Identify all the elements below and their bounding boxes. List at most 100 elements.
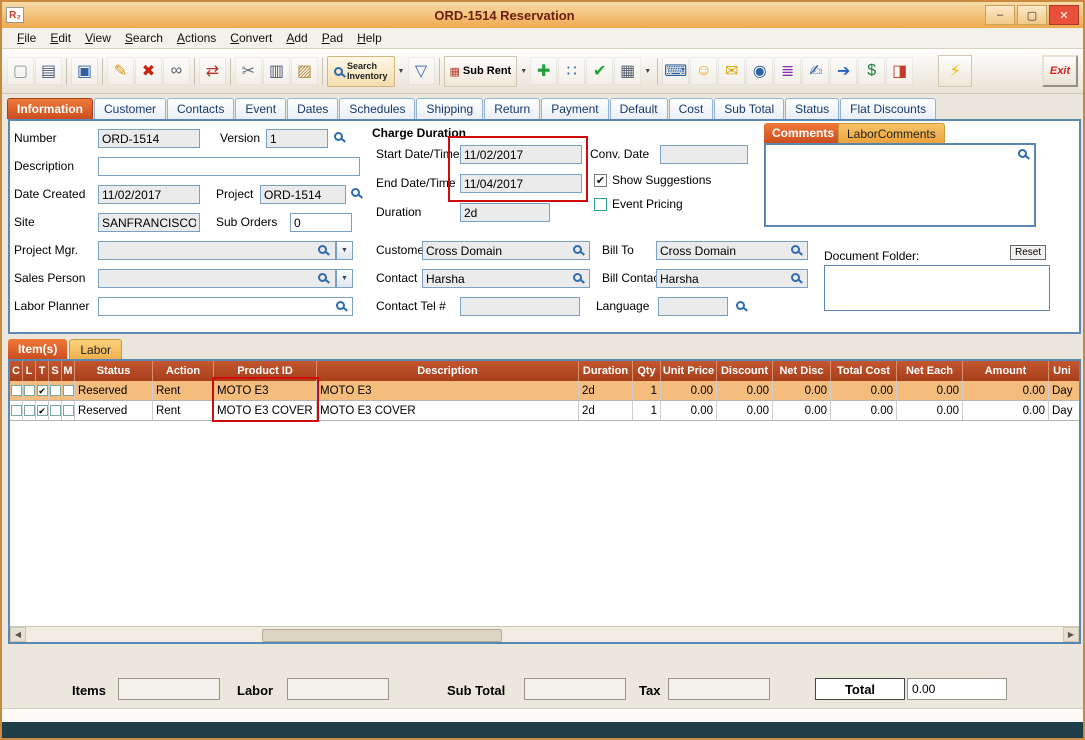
mail-icon[interactable]: ✉ <box>718 57 745 85</box>
exit-button[interactable]: Exit <box>1042 55 1078 87</box>
description-field[interactable] <box>98 157 360 176</box>
show-suggestions-checkbox[interactable]: ✔ <box>594 174 607 187</box>
customer-field[interactable] <box>422 241 590 260</box>
table-row[interactable]: ✔ Reserved Rent MOTO E3 MOTO E3 2d 1 0.0… <box>10 381 1079 401</box>
new-icon[interactable]: ▢ <box>7 57 34 85</box>
row-checkbox-m[interactable] <box>63 385 74 396</box>
header-unit[interactable]: Uni <box>1049 361 1075 381</box>
contact-field[interactable] <box>422 269 590 288</box>
cut-icon[interactable]: ✂ <box>235 57 262 85</box>
globe-icon[interactable]: ◉ <box>746 57 773 85</box>
search-icon[interactable] <box>791 245 800 254</box>
menu-item-search[interactable]: Search <box>118 29 170 47</box>
menu-item-add[interactable]: Add <box>279 29 314 47</box>
menu-item-pad[interactable]: Pad <box>315 29 350 47</box>
sub-orders-field[interactable] <box>290 213 352 232</box>
search-icon[interactable] <box>336 301 345 310</box>
row-checkbox-t[interactable]: ✔ <box>37 405 48 416</box>
minimize-button[interactable]: – <box>985 5 1015 25</box>
menu-item-edit[interactable]: Edit <box>43 29 78 47</box>
tab-information[interactable]: Information <box>7 98 93 119</box>
scroll-right-icon[interactable]: ▶ <box>1063 627 1079 642</box>
filter-icon[interactable]: ▽ <box>408 57 435 85</box>
header-action[interactable]: Action <box>153 361 214 381</box>
header-amount[interactable]: Amount <box>963 361 1049 381</box>
row-checkbox-l[interactable] <box>24 385 35 396</box>
search-icon[interactable] <box>791 273 800 282</box>
tax-field[interactable] <box>668 678 770 700</box>
sub-rent-button[interactable]: ▦ Sub Rent <box>444 56 518 87</box>
convert-icon[interactable]: ⇄ <box>199 57 226 85</box>
table-row[interactable]: ✔ Reserved Rent MOTO E3 COVER MOTO E3 CO… <box>10 401 1079 421</box>
write-icon[interactable]: ✍ <box>802 57 829 85</box>
row-checkbox-m[interactable] <box>63 405 74 416</box>
row-checkbox-l[interactable] <box>24 405 35 416</box>
tab-flat-discounts[interactable]: Flat Discounts <box>840 98 936 119</box>
conv-date-field[interactable] <box>660 145 748 164</box>
search-inventory-button[interactable]: Search Inventory <box>327 56 395 87</box>
people-icon[interactable]: ∷ <box>558 57 585 85</box>
comments-textarea[interactable] <box>764 143 1036 227</box>
header-unit-price[interactable]: Unit Price <box>661 361 717 381</box>
paste-icon[interactable]: ▨ <box>291 57 318 85</box>
tab-customer[interactable]: Customer <box>94 98 166 119</box>
items-total-field[interactable] <box>118 678 220 700</box>
tab-cost[interactable]: Cost <box>669 98 714 119</box>
search-icon[interactable] <box>1018 149 1027 158</box>
site-field[interactable] <box>98 213 200 232</box>
end-date-field[interactable] <box>460 174 582 193</box>
tab-sub-total[interactable]: Sub Total <box>714 98 784 119</box>
header-qty[interactable]: Qty <box>633 361 661 381</box>
save-icon[interactable]: ▣ <box>71 57 98 85</box>
start-date-field[interactable] <box>460 145 582 164</box>
header-m[interactable]: M <box>62 361 75 381</box>
header-description[interactable]: Description <box>317 361 579 381</box>
language-field[interactable] <box>658 297 728 316</box>
bill-to-field[interactable] <box>656 241 808 260</box>
search-icon[interactable] <box>318 245 327 254</box>
sub-total-field[interactable] <box>524 678 626 700</box>
event-pricing-checkbox[interactable] <box>594 198 607 211</box>
tab-shipping[interactable]: Shipping <box>416 98 483 119</box>
calculator-dropdown[interactable]: ▼ <box>642 57 653 85</box>
search-icon[interactable] <box>334 132 343 141</box>
date-created-field[interactable] <box>98 185 200 204</box>
search-icon[interactable] <box>318 273 327 282</box>
menu-item-view[interactable]: View <box>78 29 118 47</box>
header-s[interactable]: S <box>49 361 62 381</box>
search-icon[interactable] <box>351 188 360 197</box>
scroll-left-icon[interactable]: ◀ <box>10 627 26 642</box>
project-field[interactable] <box>260 185 346 204</box>
close-button[interactable]: ✕ <box>1049 5 1079 25</box>
menu-item-convert[interactable]: Convert <box>223 29 279 47</box>
lightning-icon[interactable]: ⚡ <box>938 55 972 87</box>
pen-icon[interactable]: ✎ <box>107 57 134 85</box>
binoculars-icon[interactable]: ∞ <box>163 57 190 85</box>
total-field[interactable] <box>907 678 1007 700</box>
tab-event[interactable]: Event <box>235 98 286 119</box>
print-icon[interactable]: ▤ <box>35 57 62 85</box>
header-status[interactable]: Status <box>75 361 153 381</box>
truck-icon[interactable]: ◨ <box>886 57 913 85</box>
row-checkbox-s[interactable] <box>50 385 61 396</box>
tab-default[interactable]: Default <box>610 98 668 119</box>
contact-tel-field[interactable] <box>460 297 580 316</box>
header-t[interactable]: T <box>36 361 49 381</box>
delete-icon[interactable]: ✖ <box>135 57 162 85</box>
search-icon[interactable] <box>573 273 582 282</box>
search-icon[interactable] <box>573 245 582 254</box>
add-icon[interactable]: ✚ <box>530 57 557 85</box>
project-mgr-field[interactable] <box>98 241 336 260</box>
bill-contact-field[interactable] <box>656 269 808 288</box>
project-mgr-dropdown[interactable]: ▼ <box>336 241 353 260</box>
row-checkbox-c[interactable] <box>11 405 22 416</box>
labor-total-field[interactable] <box>287 678 389 700</box>
header-l[interactable]: L <box>23 361 36 381</box>
header-net-each[interactable]: Net Each <box>897 361 963 381</box>
h-scrollbar[interactable]: ◀ ▶ <box>10 626 1079 642</box>
version-field[interactable] <box>266 129 328 148</box>
row-checkbox-t[interactable]: ✔ <box>37 385 48 396</box>
search-inventory-dropdown[interactable]: ▼ <box>396 57 407 85</box>
tab-return[interactable]: Return <box>484 98 540 119</box>
calculator-icon[interactable]: ▦ <box>614 57 641 85</box>
